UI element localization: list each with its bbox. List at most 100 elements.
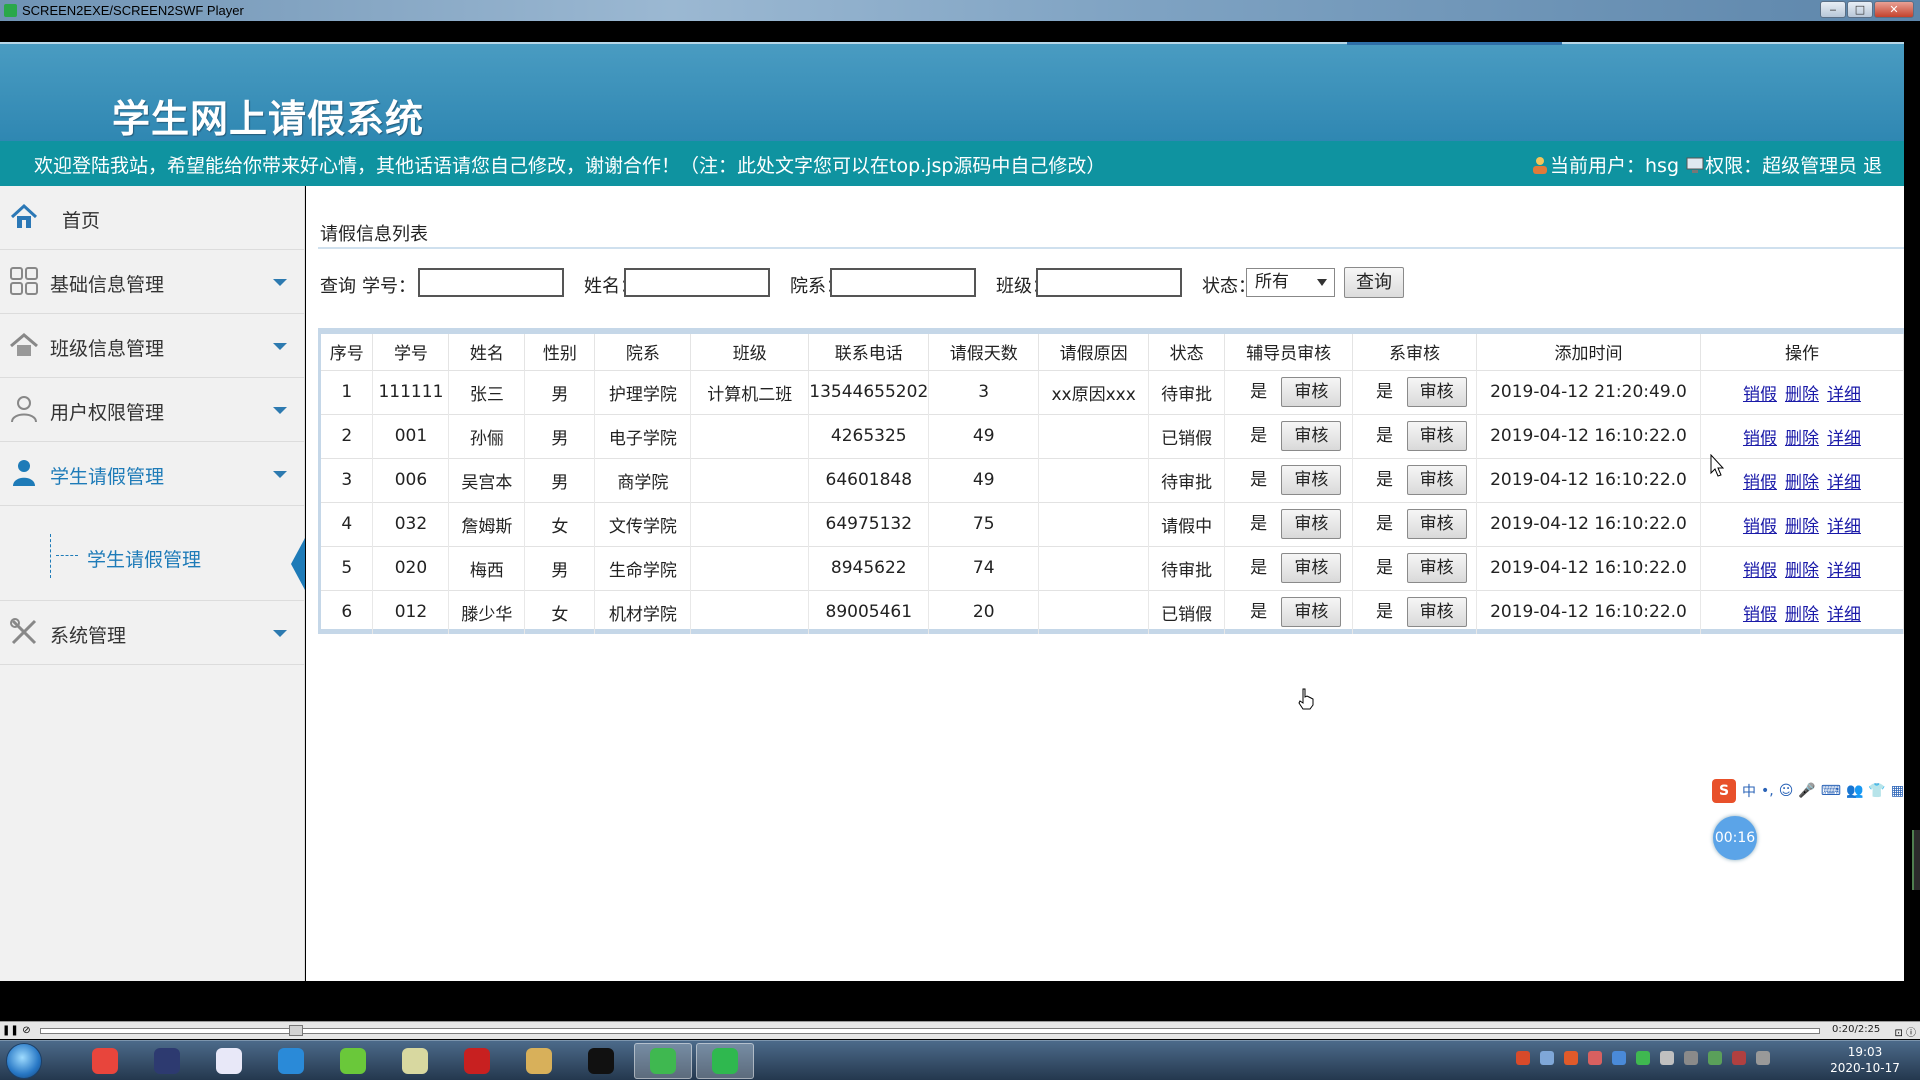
audit-button[interactable]: 审核 [1281, 597, 1342, 628]
flag-tray-icon[interactable] [1756, 1051, 1770, 1065]
battery-tray-icon[interactable] [1708, 1051, 1722, 1065]
cancel-leave-link[interactable]: 销假 [1743, 517, 1777, 537]
audit-button[interactable]: 审核 [1406, 421, 1467, 451]
start-button[interactable] [6, 1043, 42, 1079]
menu-grid-icon[interactable]: ▦ [1891, 783, 1904, 799]
progress-thumb[interactable] [289, 1025, 304, 1036]
taskbar-app[interactable] [696, 1043, 754, 1079]
qq-tray-icon[interactable] [1684, 1051, 1698, 1065]
cancel-leave-link[interactable]: 销假 [1743, 385, 1777, 405]
recording-timer[interactable]: 00:16 [1713, 816, 1757, 860]
delete-link[interactable]: 删除 [1785, 473, 1819, 493]
taskbar-clock[interactable]: 19:03 2020-10-17 [1820, 1044, 1910, 1076]
taskbar-app[interactable] [324, 1043, 382, 1079]
cell-dept-audit: 是审核 [1352, 501, 1477, 546]
audit-button[interactable]: 审核 [1406, 597, 1467, 628]
taskbar-app[interactable] [138, 1043, 196, 1079]
side-handle[interactable] [1912, 830, 1920, 890]
ime-mode-toggle[interactable]: 中 [1742, 781, 1756, 801]
security-tray-icon[interactable] [1564, 1051, 1578, 1065]
detail-link[interactable]: 详细 [1827, 605, 1861, 625]
cell-time: 2019-04-12 16:10:22.0 [1476, 413, 1701, 458]
sidebar-item-basic-info[interactable]: 基础信息管理 [0, 250, 305, 314]
sidebar-item-class-info[interactable]: 班级信息管理 [0, 314, 305, 378]
audit-button[interactable]: 审核 [1281, 421, 1342, 451]
detail-link[interactable]: 详细 [1827, 561, 1861, 581]
audit-status: 是 [1250, 382, 1268, 402]
speaker-tray-icon[interactable] [1732, 1051, 1746, 1065]
taskbar-app[interactable] [262, 1043, 320, 1079]
taskbar-app[interactable] [76, 1043, 134, 1079]
app-tray-icon[interactable] [1588, 1051, 1602, 1065]
sogou-tray-icon[interactable] [1516, 1051, 1530, 1065]
sidebar-item-leave[interactable]: 学生请假管理 [0, 442, 305, 506]
player-options-icon[interactable]: ⊡ ⓘ [1894, 1024, 1916, 1039]
taskbar-app[interactable] [200, 1043, 258, 1079]
audit-button[interactable]: 审核 [1281, 553, 1342, 583]
microphone-icon[interactable]: 🎤 [1798, 783, 1815, 799]
audit-button[interactable]: 审核 [1406, 465, 1467, 495]
cancel-leave-link[interactable]: 销假 [1743, 605, 1777, 625]
progress-track[interactable] [40, 1028, 1820, 1034]
sogou-logo-icon[interactable]: S [1712, 779, 1736, 803]
punctuation-icon[interactable]: •, [1761, 783, 1774, 799]
logout-link[interactable]: 退 [1863, 155, 1882, 177]
taskbar-app[interactable] [386, 1043, 444, 1079]
leave-table: 序号 学号 姓名 性别 院系 班级 联系电话 请假天数 请假原因 状态 辅导员审核 系审核 添加时间 操作… [321, 334, 1905, 634]
class-input[interactable] [1036, 268, 1182, 297]
delete-link[interactable]: 删除 [1785, 561, 1819, 581]
delete-link[interactable]: 删除 [1785, 605, 1819, 625]
sidebar-subitem-leave-manage[interactable]: 学生请假管理 [0, 526, 305, 601]
stop-icon[interactable]: ⊘ [20, 1024, 33, 1037]
cancel-leave-link[interactable]: 销假 [1743, 429, 1777, 449]
user-icon[interactable]: 👥 [1846, 783, 1863, 799]
shield-tray-icon[interactable] [1612, 1051, 1626, 1065]
audit-status: 是 [1376, 470, 1394, 490]
volume-tray-icon[interactable] [1660, 1051, 1674, 1065]
detail-link[interactable]: 详细 [1827, 517, 1861, 537]
cell-sid: 020 [372, 545, 450, 590]
leave-table-container: 序号 学号 姓名 性别 院系 班级 联系电话 请假天数 请假原因 状态 辅导员审核 系审核 添加时间 操作… [318, 328, 1905, 634]
sidebar-item-home[interactable]: 首页 [0, 186, 305, 250]
cell-time: 2019-04-12 16:10:22.0 [1476, 589, 1701, 634]
delete-link[interactable]: 删除 [1785, 385, 1819, 405]
detail-link[interactable]: 详细 [1827, 429, 1861, 449]
column-header: 请假原因 [1038, 334, 1150, 370]
cancel-leave-link[interactable]: 销假 [1743, 561, 1777, 581]
taskbar-app[interactable] [448, 1043, 506, 1079]
delete-link[interactable]: 删除 [1785, 429, 1819, 449]
dept-input[interactable] [830, 268, 976, 297]
name-input[interactable] [624, 268, 770, 297]
sidebar-item-user-permission[interactable]: 用户权限管理 [0, 378, 305, 442]
status-select[interactable]: 所有 [1246, 268, 1335, 297]
emoji-icon[interactable]: ☺ [1779, 783, 1794, 799]
search-button[interactable]: 查询 [1344, 267, 1404, 298]
student-id-input[interactable] [418, 268, 564, 297]
cell-counselor-audit: 是审核 [1224, 545, 1354, 590]
audit-button[interactable]: 审核 [1406, 553, 1467, 583]
audit-button[interactable]: 审核 [1406, 509, 1467, 539]
network-tray-icon[interactable] [1540, 1051, 1554, 1065]
taskbar-app[interactable] [572, 1043, 630, 1079]
audit-button[interactable]: 审核 [1281, 377, 1342, 407]
close-button[interactable]: ✕ [1874, 1, 1914, 18]
cell-dept: 护理学院 [594, 369, 692, 414]
audit-button[interactable]: 审核 [1281, 509, 1342, 539]
taskbar-app[interactable] [634, 1043, 692, 1079]
sidebar-item-system[interactable]: 系统管理 [0, 601, 305, 665]
cancel-leave-link[interactable]: 销假 [1743, 473, 1777, 493]
audit-button[interactable]: 审核 [1406, 377, 1467, 407]
delete-link[interactable]: 删除 [1785, 517, 1819, 537]
detail-link[interactable]: 详细 [1827, 473, 1861, 493]
skin-icon[interactable]: 👕 [1868, 783, 1885, 799]
detail-link[interactable]: 详细 [1827, 385, 1861, 405]
pause-icon[interactable]: ❚❚ [2, 1024, 19, 1037]
minimize-button[interactable]: ‒ [1820, 1, 1846, 18]
keyboard-icon[interactable]: ⌨ [1821, 783, 1841, 799]
audit-button[interactable]: 审核 [1281, 465, 1342, 495]
cell-counselor-audit: 是审核 [1224, 413, 1354, 458]
taskbar-app[interactable] [510, 1043, 568, 1079]
sidebar-subitem-label: 学生请假管理 [87, 549, 202, 571]
wechat-tray-icon[interactable] [1636, 1051, 1650, 1065]
maximize-button[interactable]: □ [1847, 1, 1873, 18]
